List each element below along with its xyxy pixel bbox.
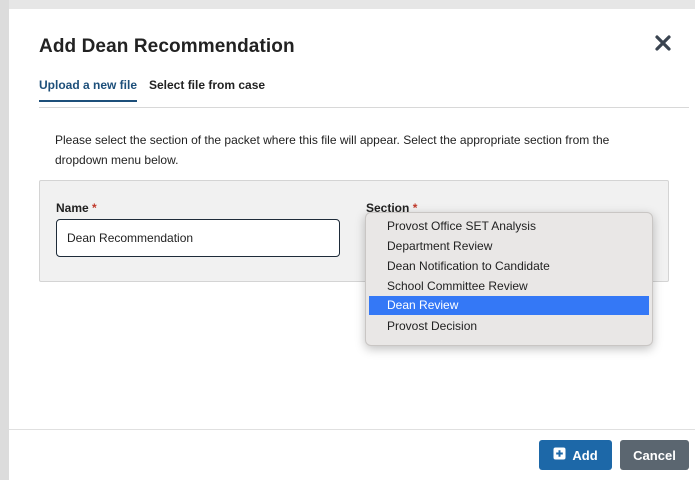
dropdown-option-provost-decision[interactable]: Provost Decision (369, 317, 649, 336)
background-edge (0, 0, 9, 480)
tab-select-file-from-case[interactable]: Select file from case (149, 77, 265, 100)
modal-title: Add Dean Recommendation (39, 36, 295, 57)
dropdown-option-provost-office-set-analysis[interactable]: Provost Office SET Analysis (369, 217, 649, 236)
name-input[interactable] (56, 219, 340, 257)
required-marker: * (92, 201, 97, 215)
section-dropdown-menu[interactable]: Provost Office SET Analysis Department R… (365, 212, 653, 346)
add-button-label: Add (572, 447, 598, 463)
cancel-button-label: Cancel (633, 447, 676, 463)
add-dean-recommendation-modal: Add Dean Recommendation Upload a new fil… (9, 9, 695, 480)
name-label-text: Name (56, 201, 89, 215)
instructions-text: Please select the section of the packet … (55, 133, 610, 167)
cancel-button[interactable]: Cancel (620, 440, 689, 470)
name-label: Name * (56, 201, 97, 215)
dropdown-option-dean-review[interactable]: Dean Review (369, 296, 649, 315)
plus-square-icon (553, 447, 566, 463)
add-button[interactable]: Add (539, 440, 612, 470)
tab-upload-new-file[interactable]: Upload a new file (39, 77, 138, 102)
tab-bar: Upload a new file Select file from case (39, 77, 689, 108)
dropdown-option-school-committee-review[interactable]: School Committee Review (369, 277, 649, 296)
close-icon[interactable] (651, 31, 675, 55)
footer-divider (9, 429, 695, 430)
dropdown-option-department-review[interactable]: Department Review (369, 237, 649, 256)
dropdown-option-dean-notification[interactable]: Dean Notification to Candidate (369, 257, 649, 276)
